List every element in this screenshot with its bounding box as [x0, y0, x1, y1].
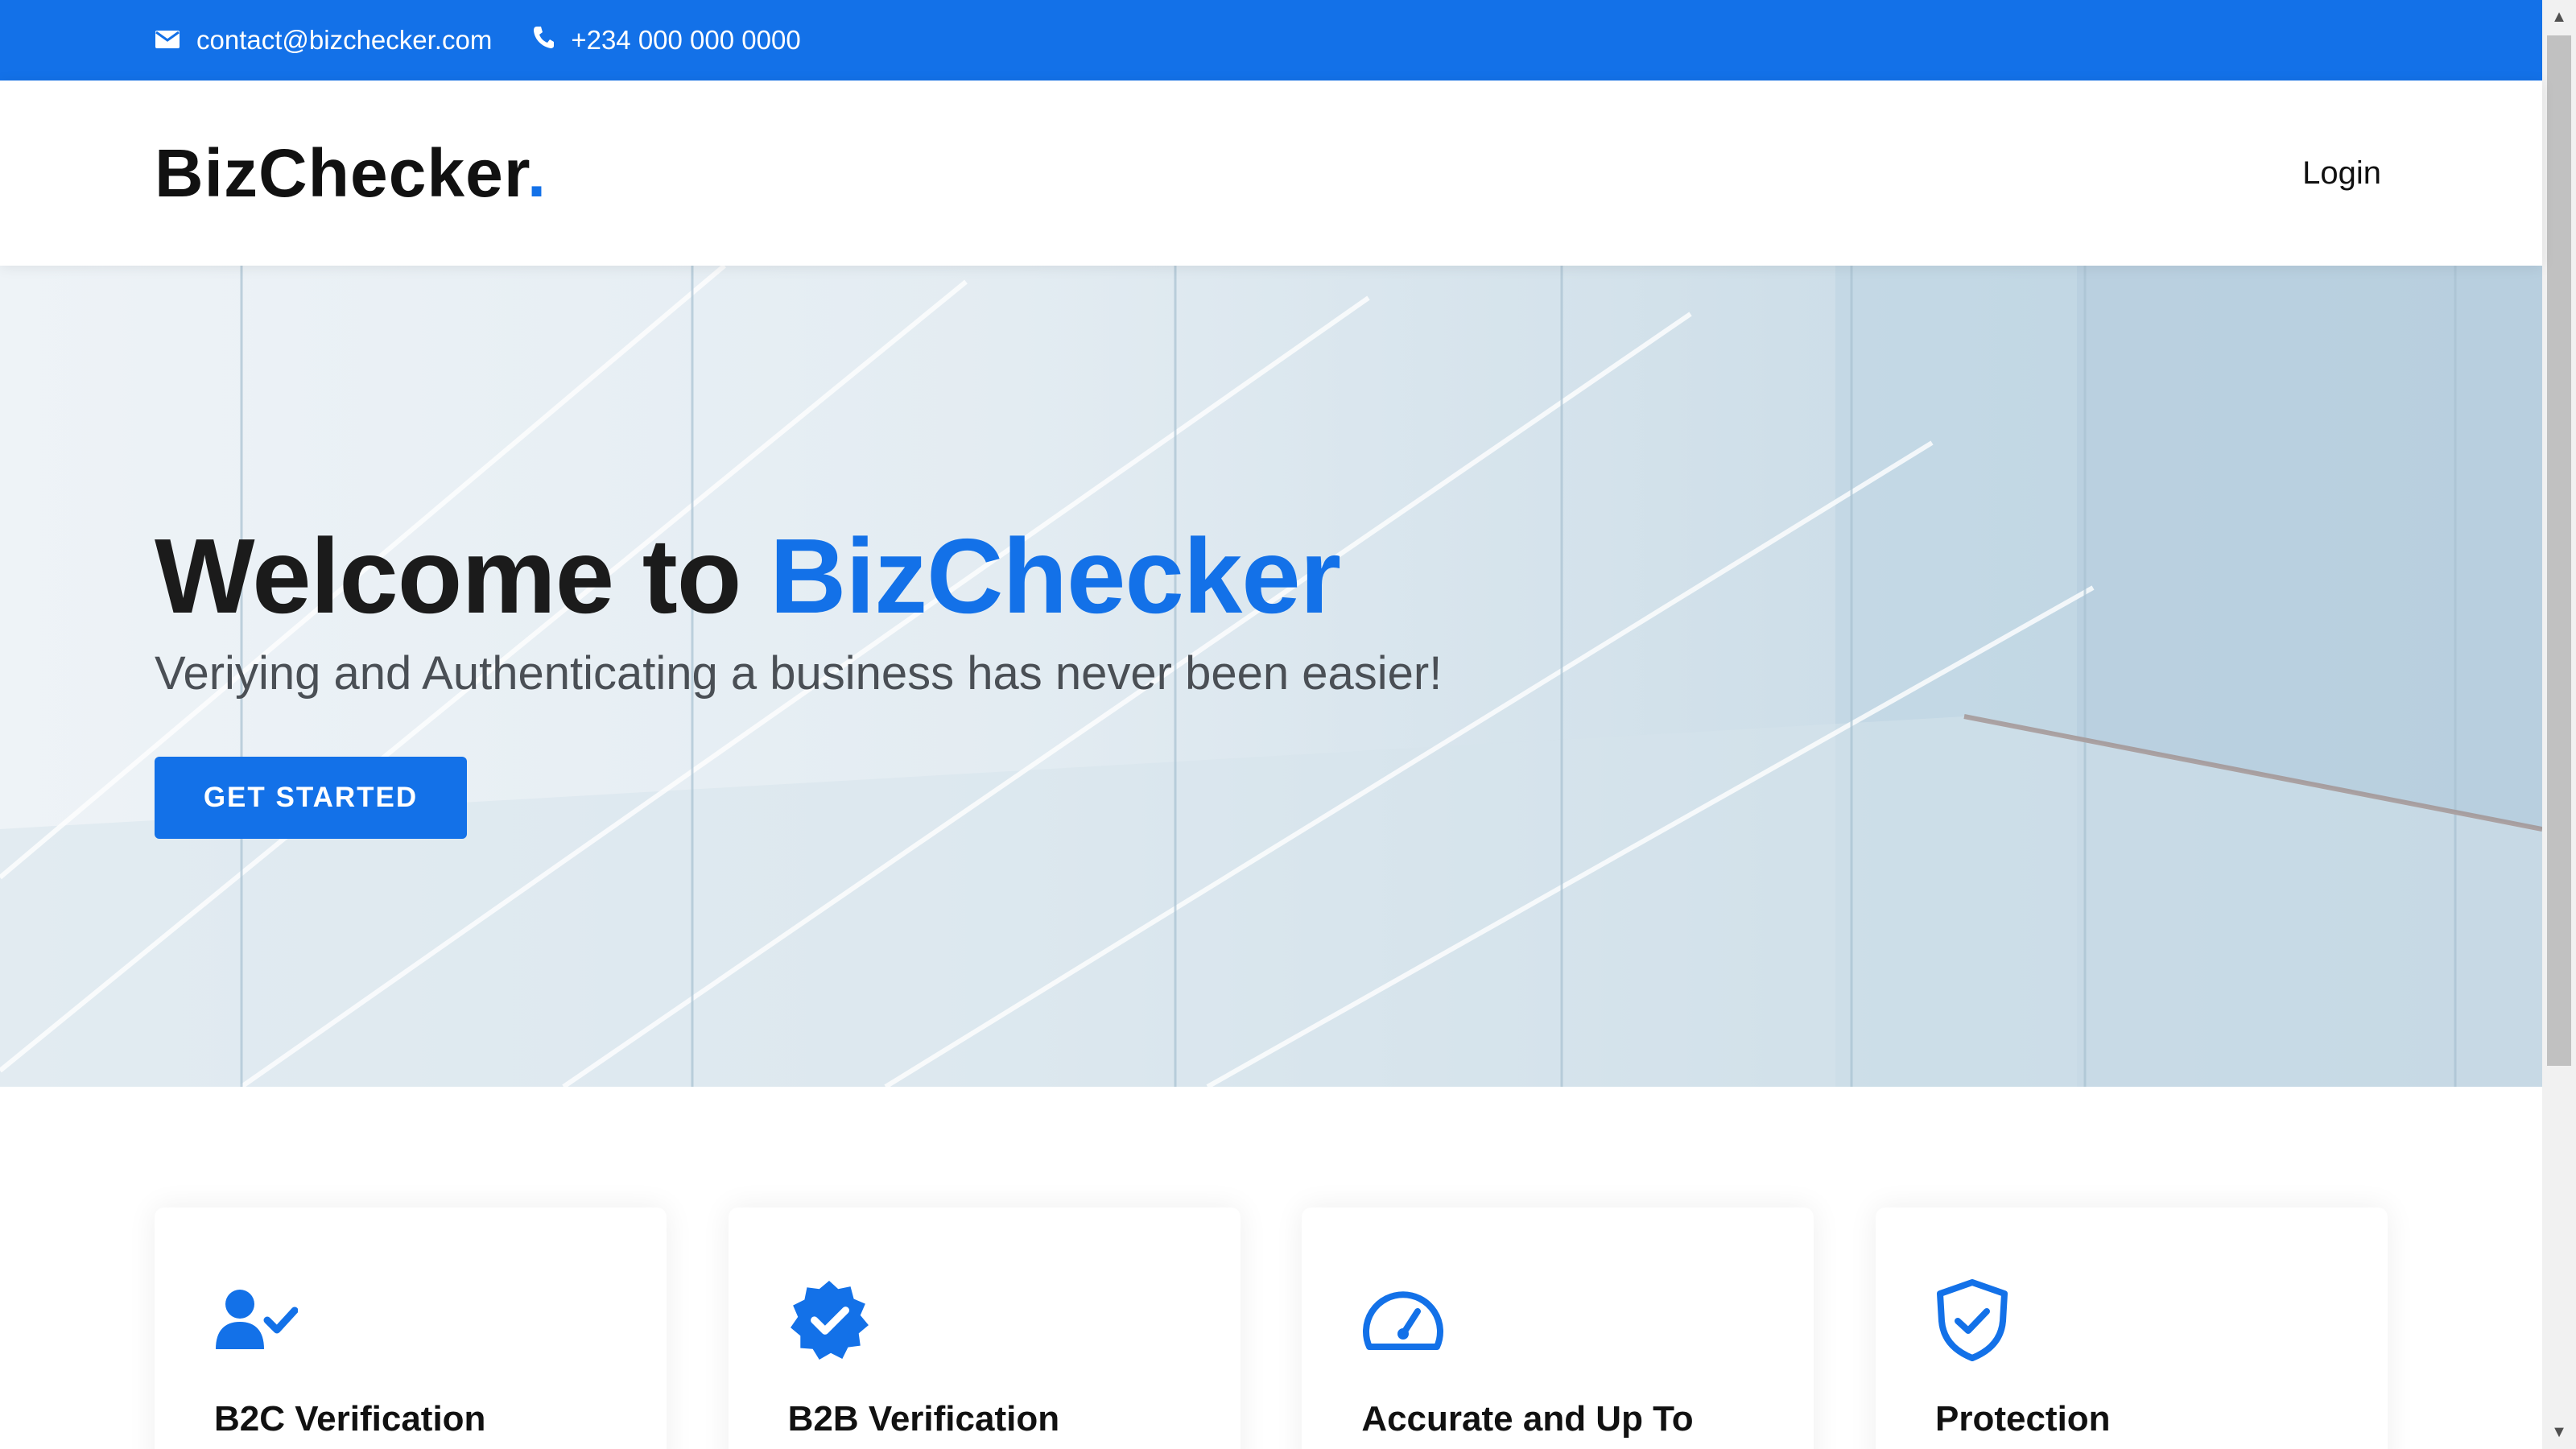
envelope-icon	[155, 25, 196, 56]
features-row: B2C Verification B2B Verification Accura…	[155, 1208, 2388, 1449]
login-link[interactable]: Login	[2302, 155, 2381, 192]
hero-title-brand: BizChecker	[770, 517, 1341, 635]
feature-card: B2B Verification	[728, 1208, 1241, 1449]
shield-check-icon	[1935, 1279, 2328, 1361]
page: contact@bizchecker.com +234 000 000 0000…	[0, 0, 2576, 1449]
page-scrollbar[interactable]: ▲ ▼	[2542, 0, 2576, 1449]
feature-title: B2B Verification	[787, 1399, 1060, 1439]
contact-email-text: contact@bizchecker.com	[196, 25, 493, 55]
hero-content: Welcome to BizChecker Veriying and Authe…	[155, 515, 1442, 839]
feature-title: Accurate and Up To	[1361, 1399, 1694, 1439]
hero-section: Welcome to BizChecker Veriying and Authe…	[0, 266, 2542, 1087]
user-check-icon	[214, 1280, 607, 1360]
site-logo[interactable]: BizChecker.	[155, 134, 547, 213]
logo-dot: .	[526, 134, 547, 211]
scroll-up-arrow-icon[interactable]: ▲	[2542, 0, 2576, 34]
feature-card: Protection	[1875, 1208, 2388, 1449]
scrollbar-thumb[interactable]	[2547, 35, 2571, 1066]
contact-phone-text: +234 000 000 0000	[571, 25, 801, 55]
feature-title: Protection	[1934, 1399, 2111, 1439]
feature-title: B2C Verification	[214, 1399, 486, 1439]
phone-icon	[532, 25, 571, 56]
contact-email[interactable]: contact@bizchecker.com	[155, 25, 492, 56]
hero-title: Welcome to BizChecker	[155, 515, 1442, 637]
verified-badge-icon	[788, 1280, 1181, 1360]
speedometer-icon	[1361, 1280, 1754, 1360]
feature-card: Accurate and Up To	[1302, 1208, 1814, 1449]
top-contact-bar: contact@bizchecker.com +234 000 000 0000	[0, 0, 2542, 80]
hero-subtitle: Veriying and Authenticating a business h…	[155, 647, 1443, 700]
hero-title-prefix: Welcome to	[155, 517, 770, 635]
get-started-button[interactable]: GET STARTED	[155, 757, 467, 839]
feature-card: B2C Verification	[155, 1208, 667, 1449]
site-header: BizChecker. Login	[0, 80, 2542, 266]
logo-text: BizChecker	[155, 134, 527, 211]
contact-phone[interactable]: +234 000 000 0000	[532, 25, 801, 56]
scroll-down-arrow-icon[interactable]: ▼	[2542, 1415, 2576, 1449]
